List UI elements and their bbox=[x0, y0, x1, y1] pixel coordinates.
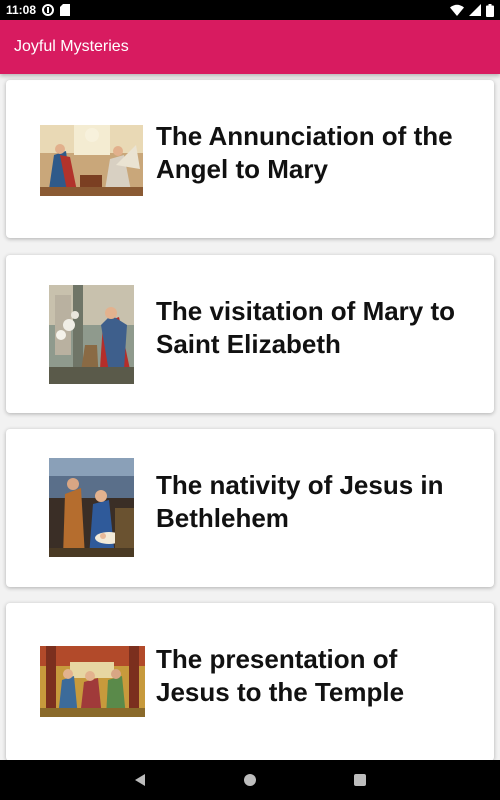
back-icon[interactable] bbox=[128, 768, 152, 792]
mysteries-list[interactable]: The Annunciation of the Angel to Mary Th… bbox=[0, 74, 500, 760]
sd-card-icon bbox=[60, 4, 71, 16]
recents-icon[interactable] bbox=[348, 768, 372, 792]
app-bar: Joyful Mysteries bbox=[0, 20, 500, 74]
mystery-title: The visitation of Mary to Saint Elizabet… bbox=[156, 296, 456, 359]
status-bar: 11:08 bbox=[0, 0, 500, 20]
signal-icon bbox=[469, 4, 481, 16]
data-saver-icon bbox=[42, 4, 55, 16]
battery-icon bbox=[486, 3, 494, 17]
wifi-icon bbox=[450, 4, 464, 16]
mystery-card-visitation[interactable]: The visitation of Mary to Saint Elizabet… bbox=[6, 255, 494, 413]
mystery-card-annunciation[interactable]: The Annunciation of the Angel to Mary bbox=[6, 80, 494, 238]
visitation-painting bbox=[49, 285, 134, 384]
home-icon[interactable] bbox=[238, 768, 262, 792]
annunciation-painting bbox=[40, 125, 143, 196]
mystery-card-nativity[interactable]: The nativity of Jesus in Bethlehem bbox=[6, 429, 494, 587]
page-title: Joyful Mysteries bbox=[14, 38, 129, 55]
navigation-bar bbox=[0, 760, 500, 800]
status-time: 11:08 bbox=[6, 3, 37, 17]
mystery-title: The presentation of Jesus to the Temple bbox=[156, 644, 405, 707]
mystery-card-presentation[interactable]: The presentation of Jesus to the Temple bbox=[6, 603, 494, 760]
mystery-title: The nativity of Jesus in Bethlehem bbox=[156, 470, 444, 533]
presentation-painting bbox=[40, 646, 145, 717]
mystery-title: The Annunciation of the Angel to Mary bbox=[156, 121, 453, 184]
nativity-painting bbox=[49, 458, 134, 557]
